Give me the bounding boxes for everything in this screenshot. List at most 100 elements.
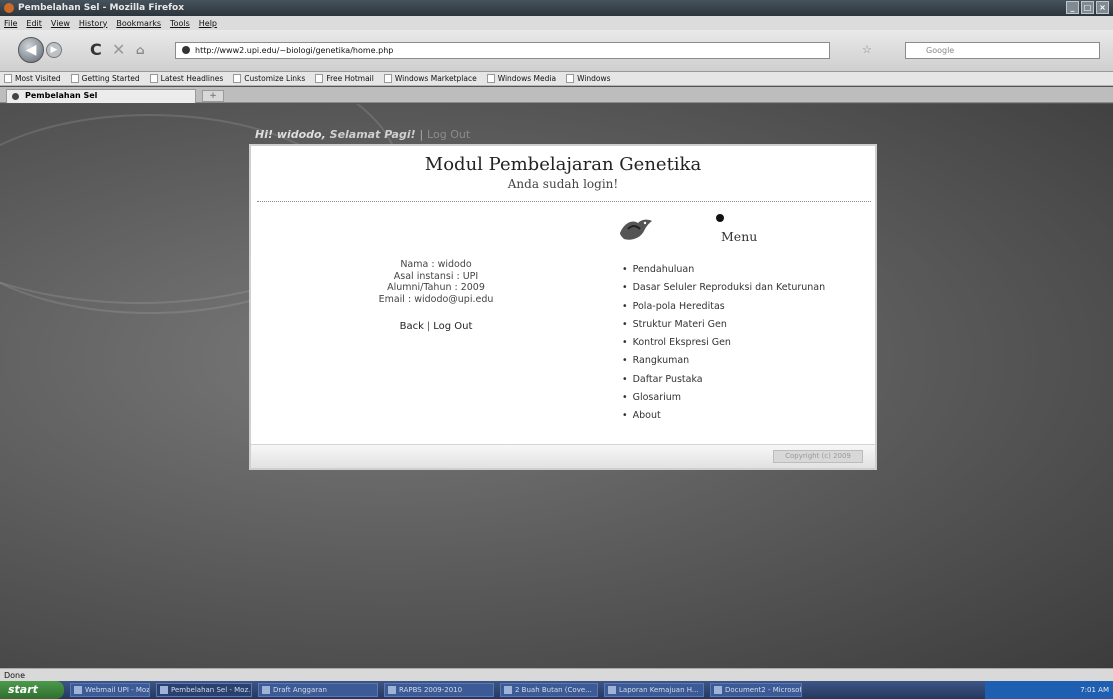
search-input[interactable]: Google [905,42,1100,59]
user-nama: Nama : widodo [400,259,472,270]
window-controls: _ □ × [1066,1,1109,14]
menu-bar: File Edit View History Bookmarks Tools H… [0,16,1113,30]
bookmark-page-icon [566,74,575,83]
bookmark-page-icon [315,74,324,83]
taskbar-item[interactable]: 2 Buah Butan (Cove... [500,683,598,697]
maximize-button[interactable]: □ [1081,1,1094,14]
menu-item-pola-hereditas[interactable]: Pola-pola Hereditas [622,298,825,316]
footer-badge: Copyright (c) 2009 [773,450,863,463]
firefox-icon [4,3,14,13]
bookmark-page-icon [70,74,79,83]
taskbar-item[interactable]: RAPBS 2009-2010 [384,683,494,697]
tab-pembelahan-sel[interactable]: Pembelahan Sel [6,89,196,103]
bookmark-item[interactable]: Most Visited [4,74,61,83]
system-tray-clock: 7:01 AM [985,681,1113,699]
user-alumni: Alumni/Tahun : 2009 [387,282,485,293]
bookmark-page-icon [486,74,495,83]
start-button[interactable]: start [0,681,64,699]
bookmark-item[interactable]: Customize Links [233,74,305,83]
taskbar-item-active[interactable]: Pembelahan Sel - Moz... [156,683,252,697]
bookmark-item[interactable]: Latest Headlines [149,74,224,83]
bookmark-label: Latest Headlines [160,74,224,83]
bookmark-label: Windows Marketplace [394,74,477,83]
menu-item-dasar-seluler[interactable]: Dasar Seluler Reproduksi dan Keturunan [622,279,826,297]
back-link[interactable]: Back [400,321,424,332]
menu-item-rangkuman[interactable]: Rangkuman [622,352,825,370]
bookmark-page-icon [149,74,158,83]
bookmark-item[interactable]: Getting Started [70,74,140,83]
taskbar-item[interactable]: Document2 - Microsof [710,683,802,697]
menu-bullet-icon [716,214,724,222]
bookmark-label: Free Hotmail [326,74,374,83]
menu-item-glosarium[interactable]: Glosarium [622,389,825,407]
menu-tools[interactable]: Tools [170,19,190,28]
reload-icon[interactable]: C [90,40,102,59]
minimize-button[interactable]: _ [1066,1,1079,14]
bookmark-label: Windows [577,74,611,83]
content-panel: Modul Pembelajaran Genetika Anda sudah l… [249,144,877,470]
search-placeholder: Google [926,46,955,55]
menu-bookmarks[interactable]: Bookmarks [116,19,161,28]
navigation-toolbar: ◀ ▶ C ✕ ⌂ http://www2.upi.edu/~biologi/g… [0,30,1113,72]
menu-title: Menu [721,229,758,244]
divider [257,201,871,202]
menu-history[interactable]: History [79,19,107,28]
menu-edit[interactable]: Edit [26,19,42,28]
home-icon[interactable]: ⌂ [136,43,145,57]
new-tab-button[interactable]: + [202,90,224,102]
panel-footer: Copyright (c) 2009 [251,444,875,468]
tab-favicon-icon [12,93,19,100]
window-title: Pembelahan Sel - Mozilla Firefox [18,3,184,13]
greeting-salam: Selamat Pagi! [329,128,416,141]
menu-item-daftar-pustaka[interactable]: Daftar Pustaka [622,371,825,389]
user-instansi: Asal instansi : UPI [393,270,479,282]
stop-icon[interactable]: ✕ [112,40,125,59]
windows-taskbar: start Webmail UPI - Mozilla Pembelahan S… [0,681,1113,699]
tab-strip: Pembelahan Sel + [0,87,1113,103]
greeting-bar: Hi! widodo, Selamat Pagi! | Log Out [255,128,470,141]
bookmark-item[interactable]: Windows Media [486,74,557,83]
page-title: Modul Pembelajaran Genetika [424,154,702,175]
menu-item-struktur-materi-gen[interactable]: Struktur Materi Gen [622,316,825,334]
bookmark-page-icon [233,74,242,83]
taskbar-item[interactable]: Draft Anggaran [258,683,378,697]
bookmark-label: Customize Links [244,74,306,83]
bookmark-star-icon[interactable]: ☆ [862,43,872,56]
page-content: Hi! widodo, Selamat Pagi! | Log Out Modu… [0,104,1113,668]
bookmark-item[interactable]: Windows [566,74,611,83]
menu-item-pendahuluan[interactable]: Pendahuluan [622,261,825,279]
menu-item-kontrol-ekspresi-gen[interactable]: Kontrol Ekspresi Gen [622,334,825,352]
logout-link-top[interactable]: Log Out [427,128,470,141]
user-email: Email : widodo@upi.edu [378,293,494,305]
tab-title: Pembelahan Sel [25,91,98,100]
logout-link[interactable]: Log Out [433,321,472,332]
bookmark-item[interactable]: Free Hotmail [315,74,374,83]
menu-help[interactable]: Help [199,19,217,28]
login-status: Anda sudah login! [507,177,619,191]
taskbar-item[interactable]: Webmail UPI - Mozilla [70,683,150,697]
back-arrow-icon[interactable]: ◀ [18,37,44,63]
bookmark-page-icon [383,74,392,83]
forward-arrow-icon[interactable]: ▶ [46,42,62,58]
bookmark-label: Windows Media [497,74,557,83]
bookmarks-toolbar: Most Visited Getting Started Latest Head… [0,72,1113,86]
close-button[interactable]: × [1096,1,1109,14]
greeting-separator: | [419,128,424,141]
menu-view[interactable]: View [51,19,70,28]
bookmark-item[interactable]: Windows Marketplace [383,74,477,83]
menu-file[interactable]: File [4,19,17,28]
taskbar-item[interactable]: Laporan Kemajuan H... [604,683,704,697]
user-info: Nama : widodo Asal instansi : UPI Alumni… [341,259,531,333]
user-links: Back | Log Out [341,321,531,333]
site-icon [182,46,190,54]
link-separator: | [426,321,431,332]
bird-icon [620,219,652,240]
module-menu: Pendahuluan Dasar Seluler Reproduksi dan… [622,261,826,426]
bookmark-page-icon [4,74,12,83]
menu-item-about[interactable]: About [622,407,825,425]
greeting-hi: Hi! widodo, [255,128,326,141]
url-bar[interactable]: http://www2.upi.edu/~biologi/genetika/ho… [175,42,830,59]
window-titlebar: Pembelahan Sel - Mozilla Firefox _ □ × [0,0,1113,16]
url-text: http://www2.upi.edu/~biologi/genetika/ho… [195,46,394,55]
status-bar: Done [0,668,1113,681]
